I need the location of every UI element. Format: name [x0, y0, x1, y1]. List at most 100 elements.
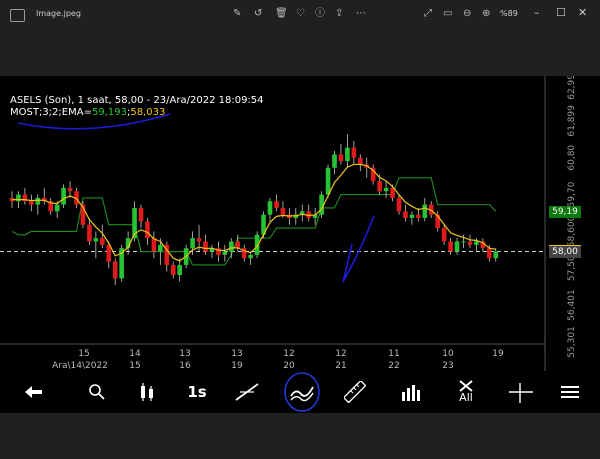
candle-body: [170, 264, 176, 275]
candle-body: [29, 201, 34, 205]
more-icon[interactable]: ⋯: [356, 8, 366, 20]
candle-body: [100, 238, 105, 245]
ema-value: 58,033: [130, 107, 166, 118]
y-tick-label: 59,70: [567, 181, 577, 207]
x-tick-label: 14: [129, 349, 141, 359]
x-tick-label: 22: [388, 361, 399, 371]
candle-body: [280, 207, 286, 215]
close-button[interactable]: ✕: [578, 6, 587, 19]
x-tick-label: Ara\14\2022: [52, 361, 108, 371]
indicators-button[interactable]: [282, 371, 322, 413]
maximize-button[interactable]: ☐: [556, 6, 566, 19]
candle-body: [416, 214, 421, 219]
clear-all-label: All: [459, 391, 473, 404]
x-tick-label: 19: [492, 349, 504, 359]
candle-body: [274, 201, 279, 208]
rotate-icon[interactable]: ↺: [254, 8, 262, 20]
candlestick-icon: [141, 383, 153, 401]
candle-body: [396, 197, 402, 212]
candle-body: [16, 194, 21, 202]
minimize-button[interactable]: –: [534, 6, 540, 19]
candle-body: [448, 241, 453, 252]
candle-body: [203, 241, 208, 252]
menu-button[interactable]: [552, 371, 588, 413]
ruler-icon: [344, 381, 366, 403]
search-button[interactable]: [78, 371, 116, 413]
candle-body: [35, 197, 41, 205]
candle-body: [338, 154, 344, 162]
back-button[interactable]: [14, 371, 52, 413]
symbol-info: ASELS (Son), 1 saat, 58,00 - 23/Ara/2022…: [10, 95, 264, 106]
x-tick-label: 13: [179, 349, 190, 359]
photos-app-icon: [10, 9, 25, 22]
chart-type-button[interactable]: [128, 371, 166, 413]
window-bottom-area: [0, 413, 600, 459]
x-tick-label: 12: [335, 349, 346, 359]
candle-body: [403, 211, 408, 219]
candle-body: [474, 241, 479, 245]
candle-body: [190, 238, 195, 249]
y-tick-label: 56,401: [567, 289, 577, 321]
zoom-in-icon[interactable]: ⊕: [482, 8, 490, 20]
y-tick-label: 60,80: [567, 145, 577, 171]
annotation-arrow: [342, 215, 375, 283]
fullscreen-icon[interactable]: ⤢: [424, 8, 432, 20]
most-value: 59,193: [91, 107, 127, 118]
candle-body: [325, 167, 331, 195]
trendline-icon: [235, 383, 259, 401]
trendline-button[interactable]: [228, 371, 266, 413]
favorite-icon[interactable]: ♡: [296, 8, 305, 20]
indicator-icon: [284, 372, 320, 412]
x-tick-label: 13: [231, 349, 242, 359]
candle-body: [332, 154, 337, 168]
x-tick-label: 23: [442, 361, 453, 371]
search-icon: [89, 384, 105, 400]
x-tick-label: 16: [179, 361, 191, 371]
crosshair-button[interactable]: [502, 371, 540, 413]
candle-body: [177, 264, 182, 275]
interval-button[interactable]: 1s: [176, 371, 218, 413]
candle-body: [267, 201, 273, 215]
candle-body: [467, 241, 473, 245]
candle-body: [87, 224, 92, 242]
delete-icon[interactable]: 🗑: [275, 8, 288, 20]
share-icon[interactable]: ⇪: [335, 8, 343, 20]
slideshow-icon[interactable]: ▭: [443, 8, 452, 20]
candle-body: [196, 238, 202, 242]
candle-body: [358, 157, 363, 165]
candle-body: [138, 207, 144, 222]
price-tag: 58,00: [549, 245, 581, 258]
x-tick-label: 21: [335, 361, 346, 371]
candle-body: [229, 241, 234, 252]
info-icon[interactable]: ⓘ: [315, 8, 325, 20]
x-tick-label: 15: [78, 349, 89, 359]
candle-body: [454, 241, 460, 252]
zoom-out-icon[interactable]: ⊖: [463, 8, 471, 20]
zoom-level: %89: [500, 9, 518, 18]
candle-body: [254, 234, 260, 255]
candle-body: [377, 181, 382, 192]
candle-body: [493, 251, 499, 259]
indicator-info: MOST;3;2;EMA=59,193;58,033: [10, 107, 165, 118]
clear-all-button[interactable]: All: [446, 371, 486, 413]
candle-body: [54, 204, 60, 212]
candle-body: [409, 214, 415, 219]
y-tick-label: 58,600: [567, 215, 577, 247]
volume-button[interactable]: [392, 371, 430, 413]
candle-body: [441, 228, 447, 242]
candle-body: [351, 147, 357, 158]
candle-body: [461, 241, 466, 243]
y-tick-label: 55,301: [567, 326, 577, 358]
price-chart[interactable]: 62,999 61,899 60,80 59,70 58,600 57,50 56,401 5…: [0, 76, 600, 371]
candle-body: [487, 248, 492, 259]
ruler-button[interactable]: [336, 371, 374, 413]
x-tick-label: 10: [442, 349, 454, 359]
y-tick-label: 61,899: [567, 105, 577, 137]
edit-icon[interactable]: ✎: [233, 8, 241, 20]
candle-body: [222, 251, 228, 255]
crosshair-icon: [509, 383, 533, 403]
candle-body: [158, 244, 163, 252]
hamburger-icon: [561, 386, 579, 398]
candle-body: [112, 261, 118, 279]
candle-body: [422, 204, 428, 219]
